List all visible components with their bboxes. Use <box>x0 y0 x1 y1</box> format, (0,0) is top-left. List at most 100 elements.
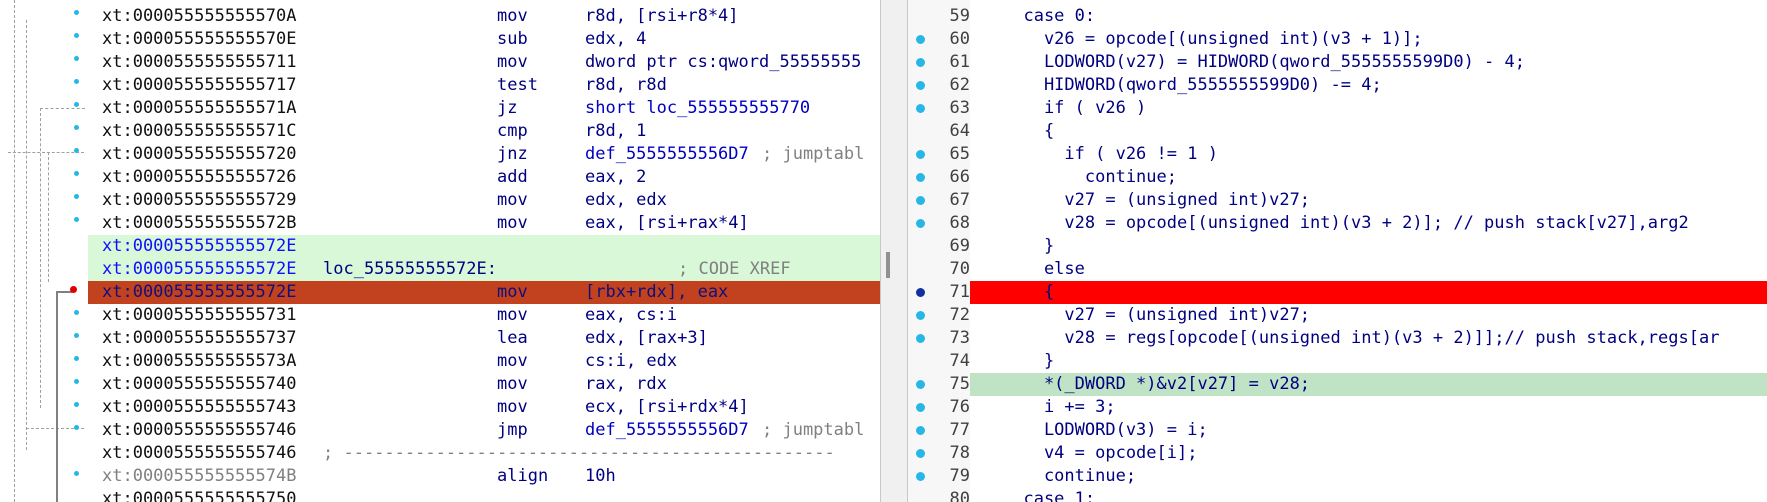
pseudocode-line[interactable]: 79 continue; <box>908 465 1767 488</box>
disasm-operands[interactable]: r8d, 1 <box>585 120 646 143</box>
disasm-line[interactable]: xt:0000555555555737 lea edx, [rax+3] <box>88 327 880 350</box>
code-text[interactable]: LODWORD(v3) = i; <box>1003 419 1208 442</box>
disasm-address: xt:000055555555572E <box>102 236 297 256</box>
breakpoint-marker[interactable] <box>70 286 77 293</box>
code-text[interactable]: case 0: <box>1003 5 1095 28</box>
disasm-line[interactable]: xt:000055555555572B mov eax, [rsi+rax*4] <box>88 212 880 235</box>
disasm-line[interactable]: xt:000055555555574B align 10h <box>88 465 880 488</box>
disasm-operands[interactable]: cs:i, edx <box>585 350 677 373</box>
code-text[interactable]: { <box>1003 120 1054 143</box>
line-number: 63 <box>949 98 970 118</box>
disasm-operands[interactable]: eax, cs:i <box>585 304 677 327</box>
code-text[interactable]: } <box>1003 350 1054 373</box>
disasm-line[interactable]: xt:000055555555570E sub edx, 4 <box>88 28 880 51</box>
disasm-line[interactable]: xt:000055555555572E mov [rbx+rdx], eax <box>88 281 880 304</box>
code-text[interactable]: HIDWORD(qword_5555555599D0) -= 4; <box>1003 74 1382 97</box>
disasm-line[interactable]: xt:0000555555555717 test r8d, r8d <box>88 74 880 97</box>
pseudocode-line[interactable]: 76 i += 3; <box>908 396 1767 419</box>
code-text[interactable]: } <box>1003 235 1054 258</box>
disasm-line[interactable]: xt:0000555555555740 mov rax, rdx <box>88 373 880 396</box>
disasm-operands[interactable]: short loc_555555555770 <box>585 97 810 120</box>
disasm-address: xt:0000555555555717 <box>102 75 297 95</box>
pseudocode-view[interactable]: 59 case 0: 60 v26 = opcode[(unsigned int)… <box>908 0 1767 502</box>
disasm-operands[interactable]: dword ptr cs:qword_55555555 <box>585 51 861 74</box>
pseudocode-line[interactable]: 80 case 1: <box>908 488 1767 502</box>
code-text[interactable]: *(_DWORD *)&v2[v27] = v28; <box>1003 373 1310 396</box>
code-text[interactable]: { <box>1003 281 1054 304</box>
code-text[interactable]: v26 = opcode[(unsigned int)(v3 + 1)]; <box>1003 28 1423 51</box>
disasm-line[interactable]: xt:000055555555572E <box>88 235 880 258</box>
disasm-operands[interactable]: r8d, r8d <box>585 74 667 97</box>
pseudocode-line[interactable]: 60 v26 = opcode[(unsigned int)(v3 + 1)]; <box>908 28 1767 51</box>
code-text[interactable]: if ( v26 ) <box>1003 97 1146 120</box>
pseudocode-line[interactable]: 75 *(_DWORD *)&v2[v27] = v28; <box>908 373 1767 396</box>
pseudocode-line[interactable]: 61 LODWORD(v27) = HIDWORD(qword_55555555… <box>908 51 1767 74</box>
disasm-line[interactable]: xt:000055555555570A mov r8d, [rsi+r8*4] <box>88 5 880 28</box>
pseudocode-line[interactable]: 71 { <box>908 281 1767 304</box>
pseudocode-line[interactable]: 67 v27 = (unsigned int)v27; <box>908 189 1767 212</box>
disasm-operands[interactable]: 10h <box>585 465 616 488</box>
disasm-operands[interactable]: edx, 4 <box>585 28 646 51</box>
code-text[interactable]: v28 = opcode[(unsigned int)(v3 + 2)]; //… <box>1003 212 1688 235</box>
disasm-operands[interactable]: def_5555555556D7 <box>585 419 749 442</box>
pseudocode-line[interactable]: 72 v27 = (unsigned int)v27; <box>908 304 1767 327</box>
line-number: 75 <box>949 374 970 394</box>
disasm-line[interactable]: xt:0000555555555746 ; -------------------… <box>88 442 880 465</box>
disasm-mnemonic: align <box>497 466 549 486</box>
code-text[interactable]: LODWORD(v27) = HIDWORD(qword_5555555599D… <box>1003 51 1525 74</box>
disasm-mnemonic: cmp <box>497 121 528 141</box>
disasm-operands[interactable]: rax, rdx <box>585 373 667 396</box>
disasm-operands[interactable]: r8d, [rsi+r8*4] <box>585 5 739 28</box>
disasm-operands[interactable]: def_5555555556D7 <box>585 143 749 166</box>
disasm-line[interactable]: xt:0000555555555743 mov ecx, [rsi+rdx*4] <box>88 396 880 419</box>
disasm-line[interactable]: xt:0000555555555746 jmp def_5555555556D7 ; … <box>88 419 880 442</box>
code-text[interactable]: continue; <box>1003 465 1136 488</box>
pseudocode-line[interactable]: 62 HIDWORD(qword_5555555599D0) -= 4; <box>908 74 1767 97</box>
pseudocode-line[interactable]: 68 v28 = opcode[(unsigned int)(v3 + 2)];… <box>908 212 1767 235</box>
pseudocode-line[interactable]: 59 case 0: <box>908 5 1767 28</box>
pseudocode-line[interactable]: 78 v4 = opcode[i]; <box>908 442 1767 465</box>
code-text[interactable]: i += 3; <box>1003 396 1116 419</box>
disasm-line[interactable]: xt:000055555555572E loc_55555555572E: ; CO… <box>88 258 880 281</box>
code-text[interactable]: continue; <box>1003 166 1177 189</box>
pseudocode-line[interactable]: 70 else <box>908 258 1767 281</box>
disasm-line[interactable]: xt:0000555555555726 add eax, 2 <box>88 166 880 189</box>
disasm-line[interactable]: xt:0000555555555720 jnz def_5555555556D7 ; … <box>88 143 880 166</box>
disasm-address: xt:0000555555555731 <box>102 305 297 325</box>
scrollbar-thumb[interactable] <box>886 252 890 278</box>
disasm-line[interactable]: xt:000055555555571C cmp r8d, 1 <box>88 120 880 143</box>
code-text[interactable]: v4 = opcode[i]; <box>1003 442 1198 465</box>
disasm-label[interactable]: loc_55555555572E: <box>323 258 497 281</box>
disasm-line[interactable]: xt:000055555555573A mov cs:i, edx <box>88 350 880 373</box>
pseudocode-line[interactable]: 66 continue; <box>908 166 1767 189</box>
code-text[interactable]: v27 = (unsigned int)v27; <box>1003 304 1310 327</box>
pseudocode-line[interactable]: 69 } <box>908 235 1767 258</box>
code-text[interactable]: if ( v26 != 1 ) <box>1003 143 1218 166</box>
pseudocode-line[interactable]: 77 LODWORD(v3) = i; <box>908 419 1767 442</box>
code-text[interactable]: v28 = regs[opcode[(unsigned int)(v3 + 2)… <box>1003 327 1719 350</box>
disasm-line[interactable]: xt:0000555555555750 <box>88 488 880 502</box>
disasm-operands[interactable]: edx, [rax+3] <box>585 327 708 350</box>
pseudocode-line[interactable]: 65 if ( v26 != 1 ) <box>908 143 1767 166</box>
pseudocode-line[interactable]: 63 if ( v26 ) <box>908 97 1767 120</box>
pane-splitter[interactable] <box>880 0 908 502</box>
disasm-line[interactable]: xt:0000555555555711 mov dword ptr cs:qword… <box>88 51 880 74</box>
disasm-operands[interactable]: eax, 2 <box>585 166 646 189</box>
disasm-line[interactable]: xt:000055555555571A jz short loc_555555555… <box>88 97 880 120</box>
pseudocode-line[interactable]: 74 } <box>908 350 1767 373</box>
disasm-mnemonic: lea <box>497 328 528 348</box>
disassembly-view[interactable]: xt:000055555555570A mov r8d, [rsi+r8*4] xt:… <box>0 0 880 502</box>
code-text[interactable]: case 1: <box>1003 488 1095 502</box>
disasm-operands[interactable]: eax, [rsi+rax*4] <box>585 212 749 235</box>
pseudocode-line[interactable]: 73 v28 = regs[opcode[(unsigned int)(v3 +… <box>908 327 1767 350</box>
disasm-line[interactable]: xt:0000555555555731 mov eax, cs:i <box>88 304 880 327</box>
disasm-line[interactable]: xt:0000555555555729 mov edx, edx <box>88 189 880 212</box>
disasm-operands[interactable]: ecx, [rsi+rdx*4] <box>585 396 749 419</box>
disasm-mnemonic: mov <box>497 397 528 417</box>
disasm-address: xt:000055555555571A <box>102 98 297 118</box>
disasm-operands[interactable]: [rbx+rdx], eax <box>585 281 728 304</box>
code-text[interactable]: else <box>1003 258 1085 281</box>
pseudocode-line[interactable]: 64 { <box>908 120 1767 143</box>
code-text[interactable]: v27 = (unsigned int)v27; <box>1003 189 1310 212</box>
disasm-operands[interactable]: edx, edx <box>585 189 667 212</box>
